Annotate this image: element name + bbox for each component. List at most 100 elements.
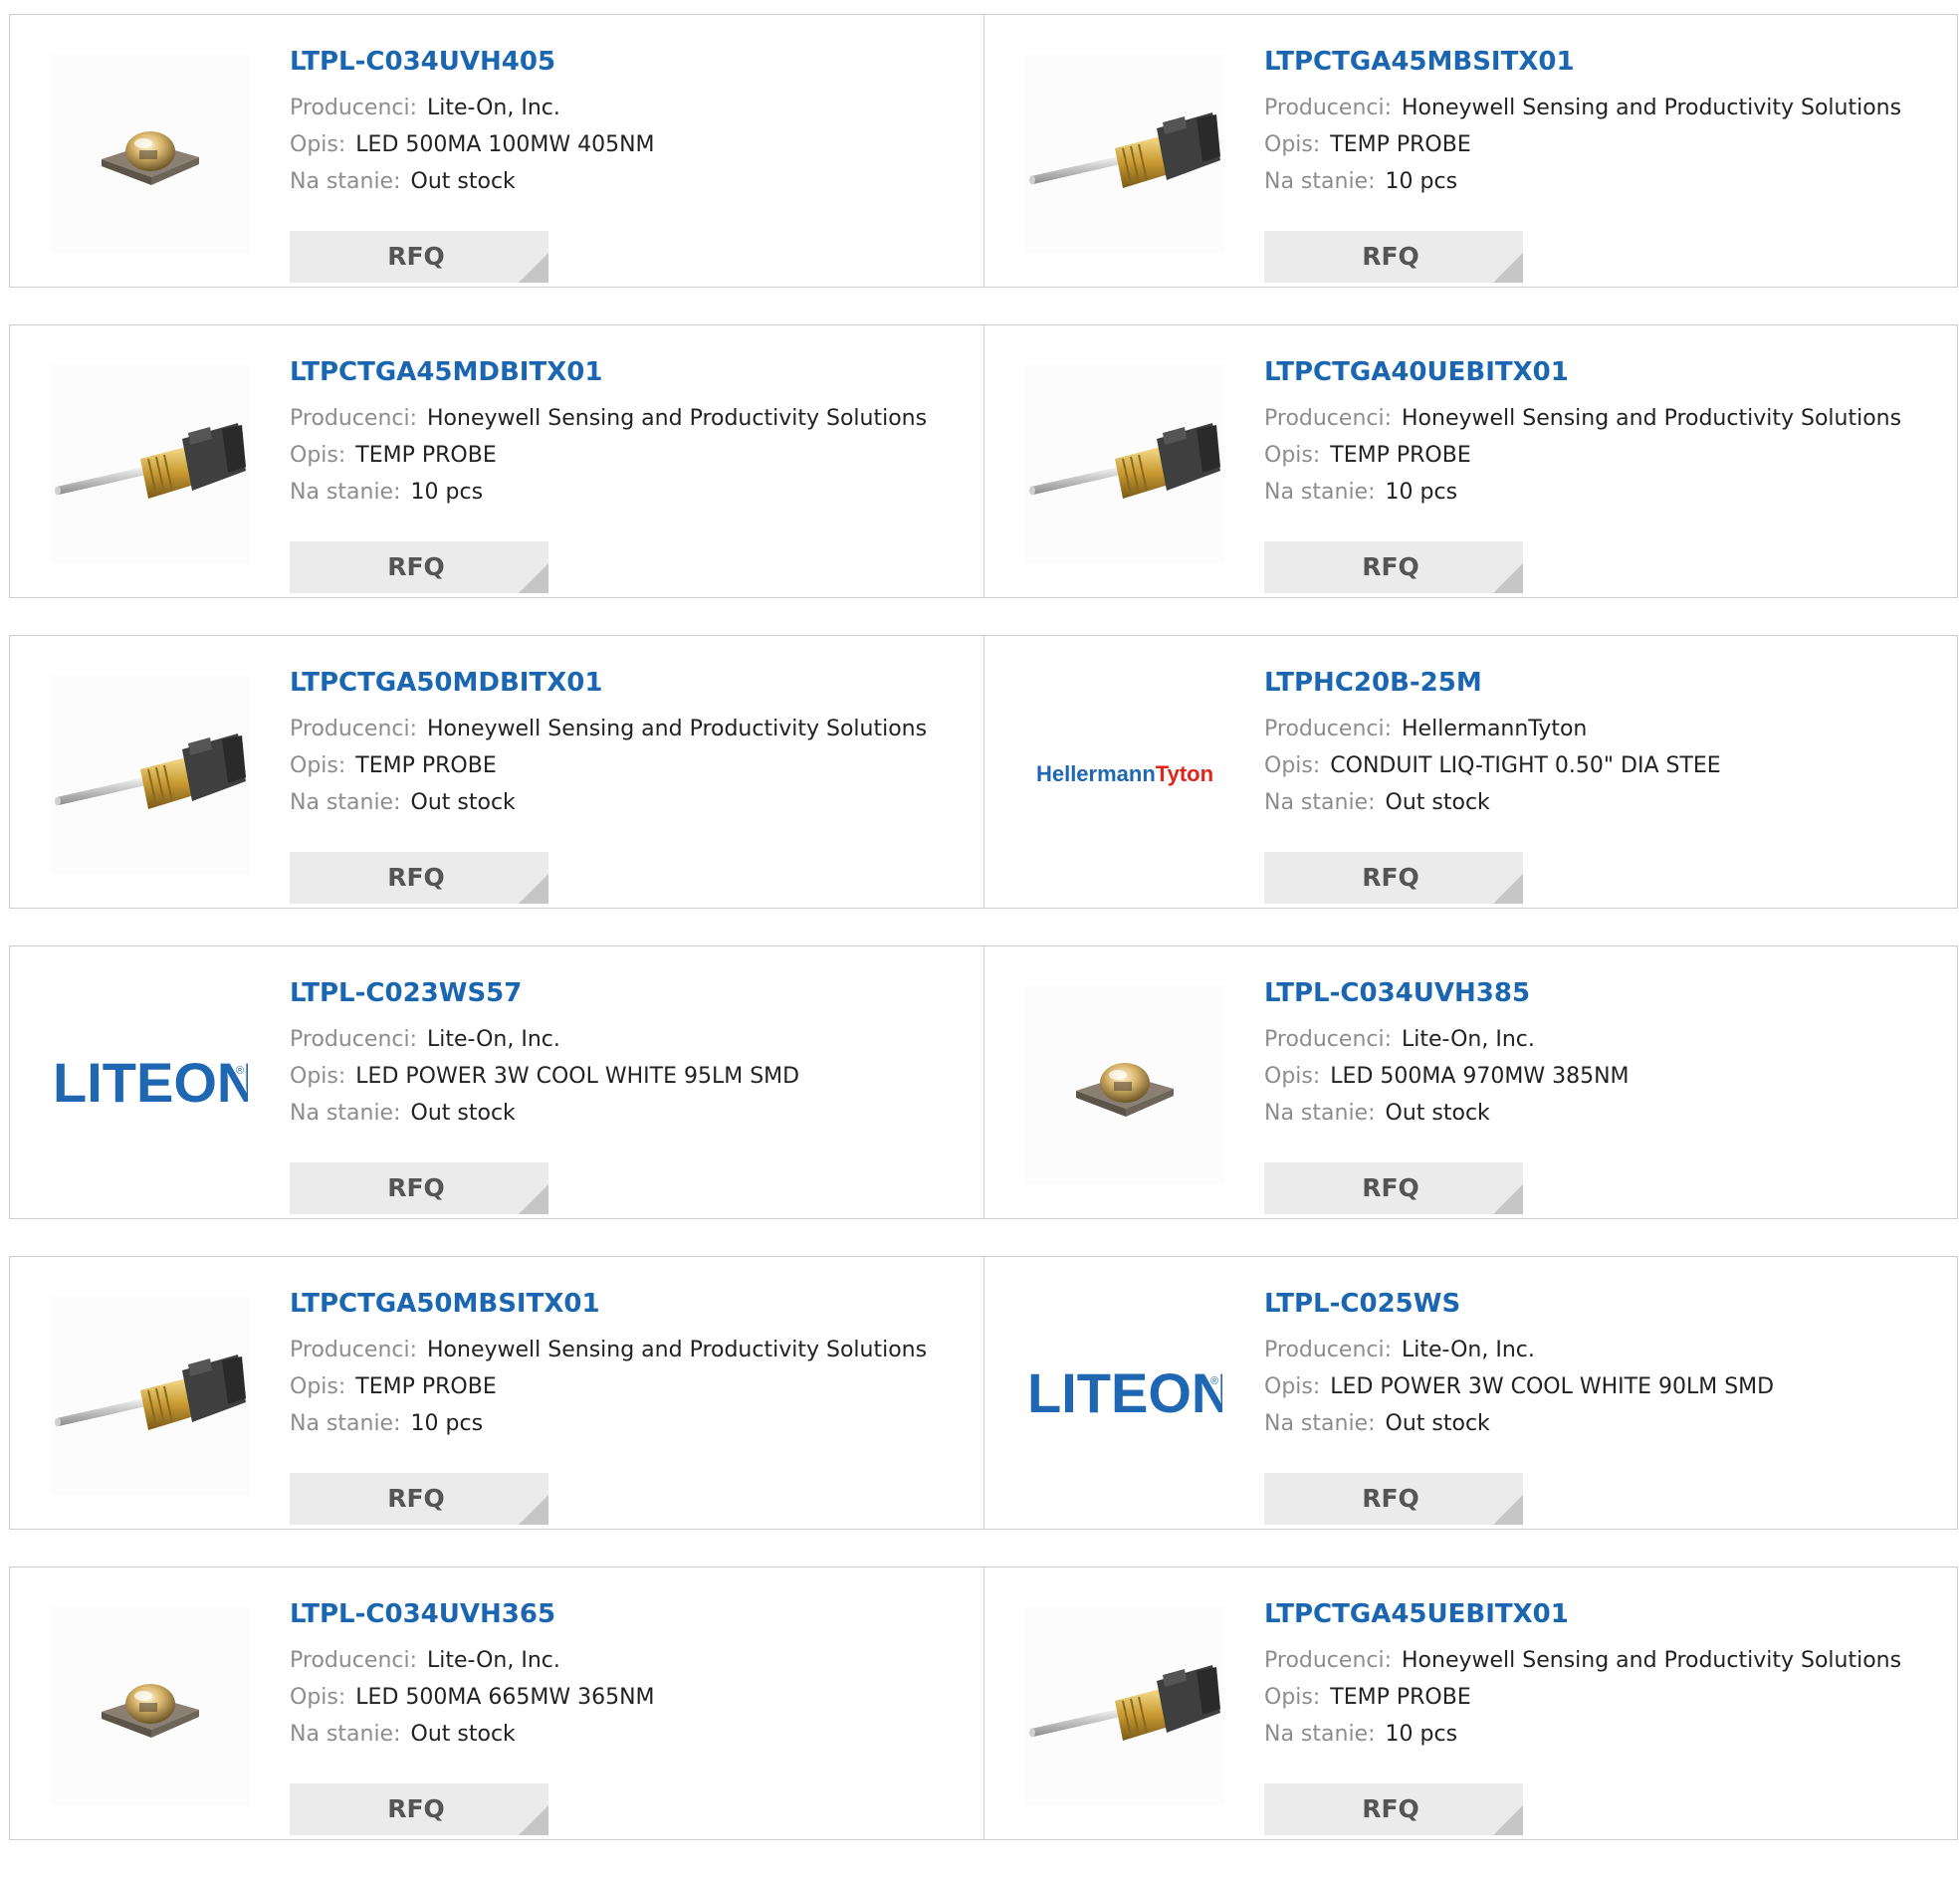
svg-text:®: ®: [1210, 1375, 1218, 1387]
rfq-label: RFQ: [1362, 1173, 1419, 1202]
description-label: Opis:: [1264, 443, 1321, 468]
rfq-button[interactable]: RFQ: [1264, 1162, 1523, 1214]
rfq-button[interactable]: RFQ: [290, 1473, 548, 1525]
stock-label: Na stanie:: [290, 1722, 401, 1747]
product-info: LTPCTGA40UEBITX01 Producenci: Honeywell S…: [1264, 355, 1947, 593]
product-row: LITEON ® LTPL-C023WS57 Producenci: Lite-On…: [9, 945, 1958, 1219]
product-card: LTPL-C034UVH365 Producenci: Lite-On, Inc.…: [10, 1567, 983, 1839]
temp-probe-icon[interactable]: [51, 1296, 250, 1495]
description-label: Opis:: [1264, 753, 1321, 778]
manufacturer-row: Producenci: Honeywell Sensing and Product…: [290, 711, 974, 747]
product-row: LTPL-C034UVH405 Producenci: Lite-On, Inc.…: [9, 14, 1958, 288]
button-corner-triangle: [1493, 1805, 1523, 1835]
product-part-link[interactable]: LTPL-C034UVH385: [1264, 976, 1947, 1010]
button-corner-triangle: [1493, 874, 1523, 904]
product-row: LTPL-C034UVH365 Producenci: Lite-On, Inc.…: [9, 1566, 1958, 1840]
temp-probe-icon[interactable]: [51, 675, 250, 874]
description-label: Opis:: [1264, 1064, 1321, 1089]
stock-label: Na stanie:: [1264, 1411, 1376, 1436]
description-row: Opis: CONDUIT LIQ-TIGHT 0.50" DIA STEE: [1264, 747, 1947, 784]
liteon-logo-text: LITEON: [53, 1051, 248, 1114]
description-label: Opis:: [1264, 132, 1321, 157]
liteon-logo[interactable]: LITEON ®: [1025, 1296, 1224, 1495]
manufacturer-label: Producenci:: [290, 1338, 418, 1362]
rfq-button[interactable]: RFQ: [290, 1162, 548, 1214]
stock-label: Na stanie:: [1264, 480, 1376, 505]
stock-row: Na stanie: Out stock: [1264, 784, 1947, 821]
button-corner-triangle: [519, 563, 548, 593]
manufacturer-value: Honeywell Sensing and Productivity Solut…: [1402, 96, 1902, 120]
rfq-button[interactable]: RFQ: [1264, 541, 1523, 593]
manufacturer-value: Lite-On, Inc.: [1402, 1027, 1535, 1052]
product-part-link[interactable]: LTPCTGA45MBSITX01: [1264, 45, 1947, 79]
manufacturer-label: Producenci:: [1264, 717, 1393, 741]
temp-probe-icon[interactable]: [1025, 1606, 1224, 1805]
product-card: LTPCTGA45UEBITX01 Producenci: Honeywell S…: [983, 1567, 1957, 1839]
rfq-button[interactable]: RFQ: [290, 541, 548, 593]
description-value: TEMP PROBE: [1330, 132, 1471, 157]
rfq-label: RFQ: [387, 1794, 445, 1823]
product-row: LTPCTGA50MBSITX01 Producenci: Honeywell S…: [9, 1256, 1958, 1530]
description-row: Opis: TEMP PROBE: [290, 747, 974, 784]
rfq-button[interactable]: RFQ: [1264, 852, 1523, 904]
product-info: LTPCTGA50MDBITX01 Producenci: Honeywell S…: [290, 666, 974, 904]
product-info: LTPL-C034UVH365 Producenci: Lite-On, Inc.…: [290, 1597, 974, 1835]
product-part-link[interactable]: LTPL-C034UVH365: [290, 1597, 974, 1631]
manufacturer-row: Producenci: Honeywell Sensing and Product…: [1264, 400, 1947, 437]
temp-probe-icon[interactable]: [1025, 364, 1224, 563]
product-card: LTPL-C034UVH405 Producenci: Lite-On, Inc.…: [10, 15, 983, 287]
stock-row: Na stanie: 10 pcs: [1264, 474, 1947, 511]
manufacturer-row: Producenci: Lite-On, Inc.: [290, 1021, 974, 1058]
product-part-link[interactable]: LTPL-C034UVH405: [290, 45, 974, 79]
rfq-label: RFQ: [1362, 552, 1419, 581]
product-part-link[interactable]: LTPCTGA40UEBITX01: [1264, 355, 1947, 389]
uv-led-icon[interactable]: [51, 1606, 250, 1805]
product-part-link[interactable]: LTPHC20B-25M: [1264, 666, 1947, 700]
hellermanntyton-logo[interactable]: HellermannTyton: [1025, 675, 1224, 874]
stock-label: Na stanie:: [290, 1411, 401, 1436]
rfq-button[interactable]: RFQ: [290, 231, 548, 283]
rfq-label: RFQ: [1362, 863, 1419, 892]
temp-probe-icon[interactable]: [51, 364, 250, 563]
manufacturer-value: Honeywell Sensing and Productivity Solut…: [1402, 406, 1902, 431]
description-row: Opis: TEMP PROBE: [290, 1368, 974, 1405]
description-value: TEMP PROBE: [1330, 1685, 1471, 1710]
description-value: LED 500MA 100MW 405NM: [355, 132, 655, 157]
product-part-link[interactable]: LTPCTGA50MDBITX01: [290, 666, 974, 700]
product-part-link[interactable]: LTPCTGA45MDBITX01: [290, 355, 974, 389]
rfq-button[interactable]: RFQ: [290, 1783, 548, 1835]
uv-led-icon[interactable]: [51, 54, 250, 253]
product-info: LTPL-C023WS57 Producenci: Lite-On, Inc. O…: [290, 976, 974, 1214]
manufacturer-label: Producenci:: [290, 96, 418, 120]
description-label: Opis:: [290, 132, 346, 157]
rfq-button[interactable]: RFQ: [1264, 231, 1523, 283]
rfq-label: RFQ: [387, 242, 445, 271]
product-info: LTPCTGA45UEBITX01 Producenci: Honeywell S…: [1264, 1597, 1947, 1835]
liteon-logo-text: LITEON: [1027, 1361, 1222, 1424]
manufacturer-row: Producenci: Honeywell Sensing and Product…: [290, 400, 974, 437]
product-info: LTPCTGA50MBSITX01 Producenci: Honeywell S…: [290, 1287, 974, 1525]
uv-led-icon[interactable]: [1025, 985, 1224, 1184]
product-card: LTPCTGA50MDBITX01 Producenci: Honeywell S…: [10, 636, 983, 908]
rfq-button[interactable]: RFQ: [1264, 1783, 1523, 1835]
temp-probe-icon[interactable]: [1025, 54, 1224, 253]
stock-row: Na stanie: 10 pcs: [290, 474, 974, 511]
rfq-button[interactable]: RFQ: [290, 852, 548, 904]
liteon-logo[interactable]: LITEON ®: [51, 985, 250, 1184]
manufacturer-value: Lite-On, Inc.: [427, 96, 560, 120]
description-label: Opis:: [290, 1374, 346, 1399]
product-grid: LTPL-C034UVH405 Producenci: Lite-On, Inc.…: [9, 14, 1958, 1877]
product-part-link[interactable]: LTPCTGA45UEBITX01: [1264, 1597, 1947, 1631]
product-part-link[interactable]: LTPCTGA50MBSITX01: [290, 1287, 974, 1321]
product-part-link[interactable]: LTPL-C025WS: [1264, 1287, 1947, 1321]
stock-row: Na stanie: Out stock: [1264, 1405, 1947, 1442]
stock-row: Na stanie: 10 pcs: [1264, 1716, 1947, 1753]
product-card: LITEON ® LTPL-C025WS Producenci: Lite-On, …: [983, 1257, 1957, 1529]
description-row: Opis: LED POWER 3W COOL WHITE 95LM SMD: [290, 1058, 974, 1095]
description-value: TEMP PROBE: [355, 753, 497, 778]
rfq-button[interactable]: RFQ: [1264, 1473, 1523, 1525]
manufacturer-row: Producenci: Honeywell Sensing and Product…: [290, 1332, 974, 1368]
manufacturer-label: Producenci:: [1264, 1027, 1393, 1052]
manufacturer-label: Producenci:: [1264, 1648, 1393, 1673]
product-part-link[interactable]: LTPL-C023WS57: [290, 976, 974, 1010]
